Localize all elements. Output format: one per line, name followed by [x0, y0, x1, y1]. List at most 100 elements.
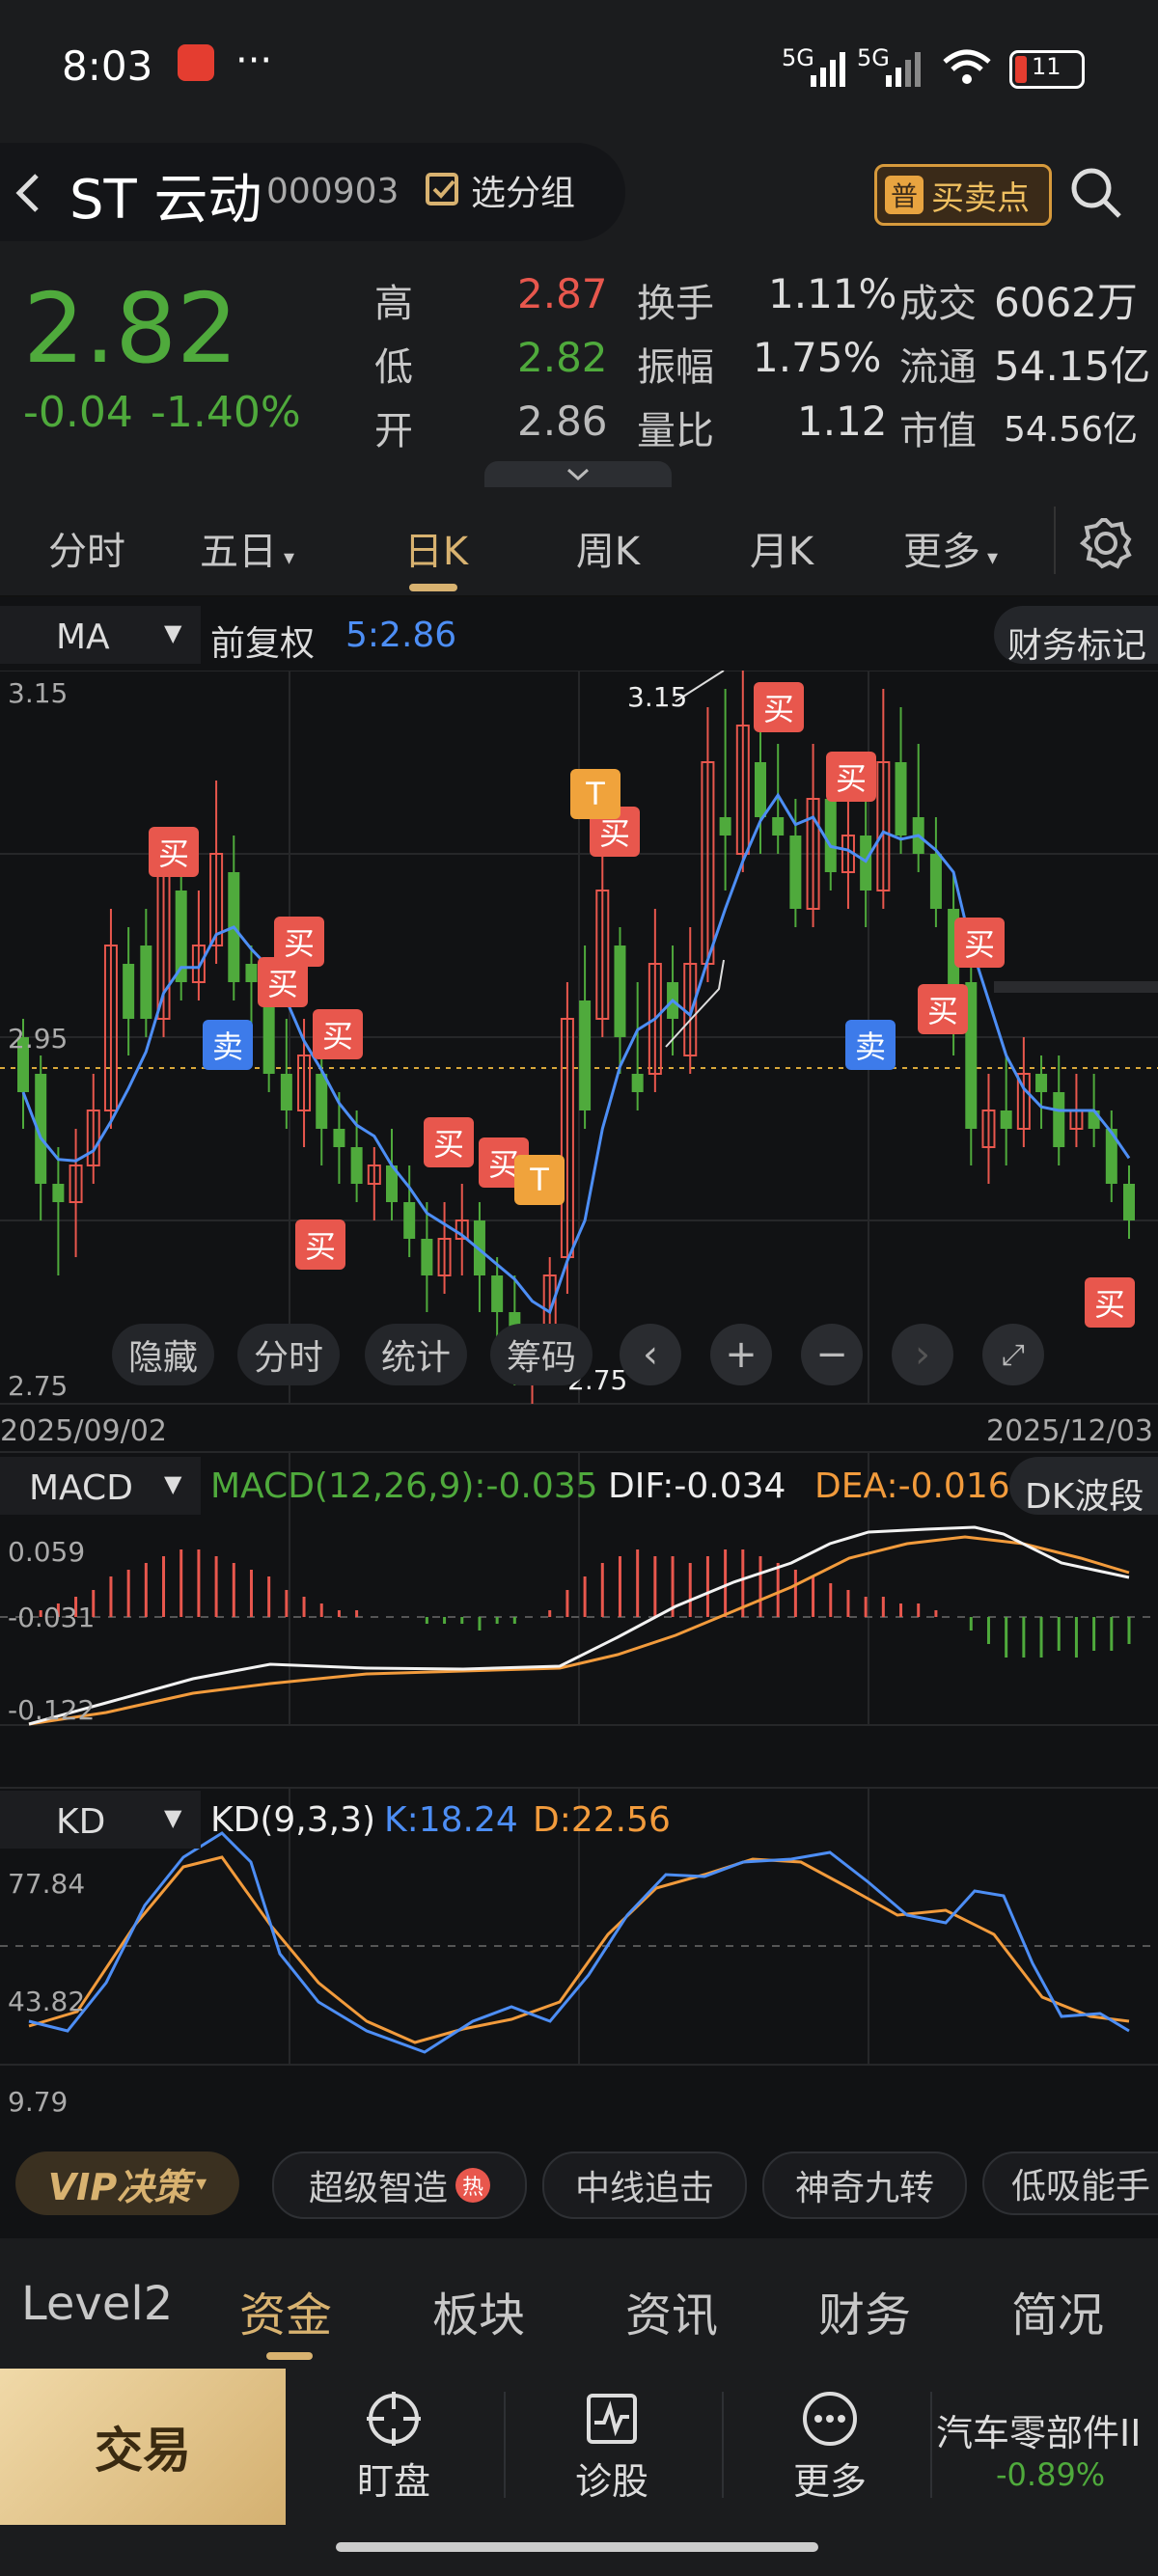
- expand-handle[interactable]: [484, 461, 672, 488]
- chart-area: MA ▼ 前复权 5:2.86 财务标记 3.15 2.95 2.75 3.15…: [0, 598, 1158, 2132]
- kline-svg: [0, 671, 1158, 2066]
- tab-news[interactable]: 资讯: [625, 2277, 718, 2344]
- sell-signal-marker[interactable]: 卖: [845, 1020, 896, 1070]
- kd-k-value: K:18.24: [384, 1800, 518, 1840]
- label-volume: 成交: [899, 282, 977, 326]
- battery-icon: 11: [1009, 50, 1085, 89]
- current-price: 2.82: [23, 272, 238, 385]
- back-icon[interactable]: [14, 172, 42, 214]
- price-change-pct: -1.40%: [151, 388, 301, 437]
- candle-body: [280, 1074, 292, 1110]
- buy-signal-marker[interactable]: 买: [313, 1009, 363, 1059]
- value-amplitude: 1.75%: [753, 334, 882, 381]
- pu-icon: 普: [885, 176, 924, 214]
- value-volume-ratio: 1.12: [797, 397, 888, 445]
- trade-button[interactable]: 交易: [0, 2369, 286, 2525]
- candle-body: [895, 762, 907, 836]
- value-high: 2.87: [517, 270, 608, 317]
- stock-header: ST 云动 000903 选分组 普 买卖点: [0, 135, 1158, 251]
- tab-sector[interactable]: 板块: [432, 2277, 525, 2344]
- candle-body: [1035, 1074, 1048, 1092]
- label-low: 低: [374, 345, 413, 390]
- candle-body: [316, 1074, 328, 1129]
- label-turnover: 换手: [637, 282, 714, 326]
- buy-signal-marker[interactable]: 买: [424, 1117, 474, 1167]
- macd-y-top: 0.059: [8, 1536, 86, 1568]
- intraday-button[interactable]: 分时: [237, 1324, 340, 1385]
- tab-financials[interactable]: 财务: [818, 2277, 911, 2344]
- macd-selector[interactable]: MACD ▼: [0, 1457, 201, 1515]
- tab-weekly-k[interactable]: 周K: [550, 520, 666, 576]
- buy-signal-marker[interactable]: 买: [954, 918, 1005, 968]
- tab-five-day[interactable]: 五日 ▾: [189, 520, 305, 576]
- signal-icon: [811, 52, 845, 87]
- indicator-selector[interactable]: MA ▼: [0, 606, 201, 664]
- candle-body: [333, 1129, 345, 1147]
- quote-panel: 2.82 -0.04 -1.40% 高 2.87 换手 1.11% 成交 606…: [0, 251, 1158, 488]
- active-tab-indicator: [266, 2352, 313, 2360]
- t-signal-marker[interactable]: T: [570, 769, 620, 819]
- chips-button[interactable]: 筹码: [490, 1324, 593, 1385]
- super-smart-button[interactable]: 超级智造 热: [272, 2151, 527, 2219]
- zoom-out-icon[interactable]: −: [801, 1324, 863, 1385]
- status-bar: 8:03 ··· 5G 5G 11: [0, 0, 1158, 135]
- buy-sell-points-button[interactable]: 普 买卖点: [874, 164, 1052, 226]
- candle-body: [1000, 1110, 1012, 1129]
- sector-quote[interactable]: 汽车零部件II -0.89%: [936, 2403, 1158, 2493]
- pulse-chart-icon: [587, 2394, 637, 2444]
- tab-funds[interactable]: 资金: [239, 2277, 332, 2344]
- value-turnover: 1.11%: [768, 270, 897, 317]
- candle-body: [1053, 1092, 1065, 1147]
- settings-gear-icon[interactable]: [1079, 516, 1133, 570]
- magic-nine-button[interactable]: 神奇九转: [762, 2151, 967, 2219]
- midline-chase-button[interactable]: 中线追击: [542, 2151, 747, 2219]
- wifi-icon: [943, 49, 991, 84]
- zoom-in-icon[interactable]: +: [710, 1324, 772, 1385]
- finance-mark-button[interactable]: 财务标记: [994, 606, 1158, 666]
- checkbox-icon: [426, 173, 458, 206]
- buy-signal-marker[interactable]: 买: [258, 957, 308, 1007]
- buy-signal-marker[interactable]: 买: [754, 682, 804, 732]
- watch-button[interactable]: 盯盘: [326, 2390, 461, 2505]
- fullscreen-icon[interactable]: ⤢: [982, 1324, 1044, 1385]
- tab-more[interactable]: 更多 ▾: [888, 520, 1013, 576]
- kd-y-top: 77.84: [8, 1868, 86, 1900]
- bottom-bar: 交易 盯盘 诊股 更多 汽车零部件II -0.89%: [0, 2369, 1158, 2576]
- tab-daily-k[interactable]: 日K: [378, 520, 494, 576]
- tab-intraday[interactable]: 分时: [19, 520, 154, 576]
- candle-body: [52, 1184, 65, 1202]
- macd-y-mid: -0.031: [8, 1602, 96, 1633]
- stats-button[interactable]: 统计: [365, 1324, 467, 1385]
- tab-monthly-k[interactable]: 月K: [724, 520, 840, 576]
- adjust-label[interactable]: 前复权: [210, 616, 315, 666]
- select-group-button[interactable]: 选分组: [425, 166, 575, 214]
- candle-body: [579, 1000, 592, 1110]
- kd-selector[interactable]: KD ▼: [0, 1791, 201, 1849]
- macd-dif: DIF:-0.034: [608, 1466, 786, 1506]
- dk-wave-button[interactable]: DK波段: [1009, 1457, 1158, 1517]
- vip-decision-button[interactable]: VIP决策 ▾: [15, 2151, 239, 2215]
- search-icon[interactable]: [1069, 166, 1123, 220]
- tab-profile[interactable]: 简况: [1011, 2277, 1104, 2344]
- t-signal-marker[interactable]: T: [514, 1155, 565, 1205]
- candle-body: [755, 762, 766, 817]
- crosshair-icon: [367, 2392, 421, 2446]
- candle-body: [719, 817, 731, 836]
- buy-signal-marker[interactable]: 买: [826, 752, 876, 802]
- scroll-left-icon[interactable]: ‹: [620, 1324, 681, 1385]
- low-buy-button[interactable]: 低吸能手: [982, 2151, 1158, 2215]
- more-button[interactable]: 更多: [762, 2390, 897, 2505]
- chevron-down-icon: [566, 468, 590, 481]
- hide-button[interactable]: 隐藏: [112, 1324, 214, 1385]
- diagnose-button[interactable]: 诊股: [544, 2390, 679, 2505]
- scroll-right-icon[interactable]: ›: [892, 1324, 953, 1385]
- label-volume-ratio: 量比: [637, 409, 714, 453]
- signal-icon-2: [886, 52, 921, 87]
- sell-signal-marker[interactable]: 卖: [203, 1020, 253, 1070]
- buy-signal-marker[interactable]: 买: [295, 1219, 345, 1270]
- buy-signal-marker[interactable]: 买: [918, 984, 968, 1034]
- buy-signal-marker[interactable]: 买: [149, 827, 199, 877]
- tab-level2[interactable]: Level2: [21, 2277, 173, 2331]
- dropdown-icon: ▼: [164, 619, 182, 646]
- buy-signal-marker[interactable]: 买: [1085, 1277, 1135, 1328]
